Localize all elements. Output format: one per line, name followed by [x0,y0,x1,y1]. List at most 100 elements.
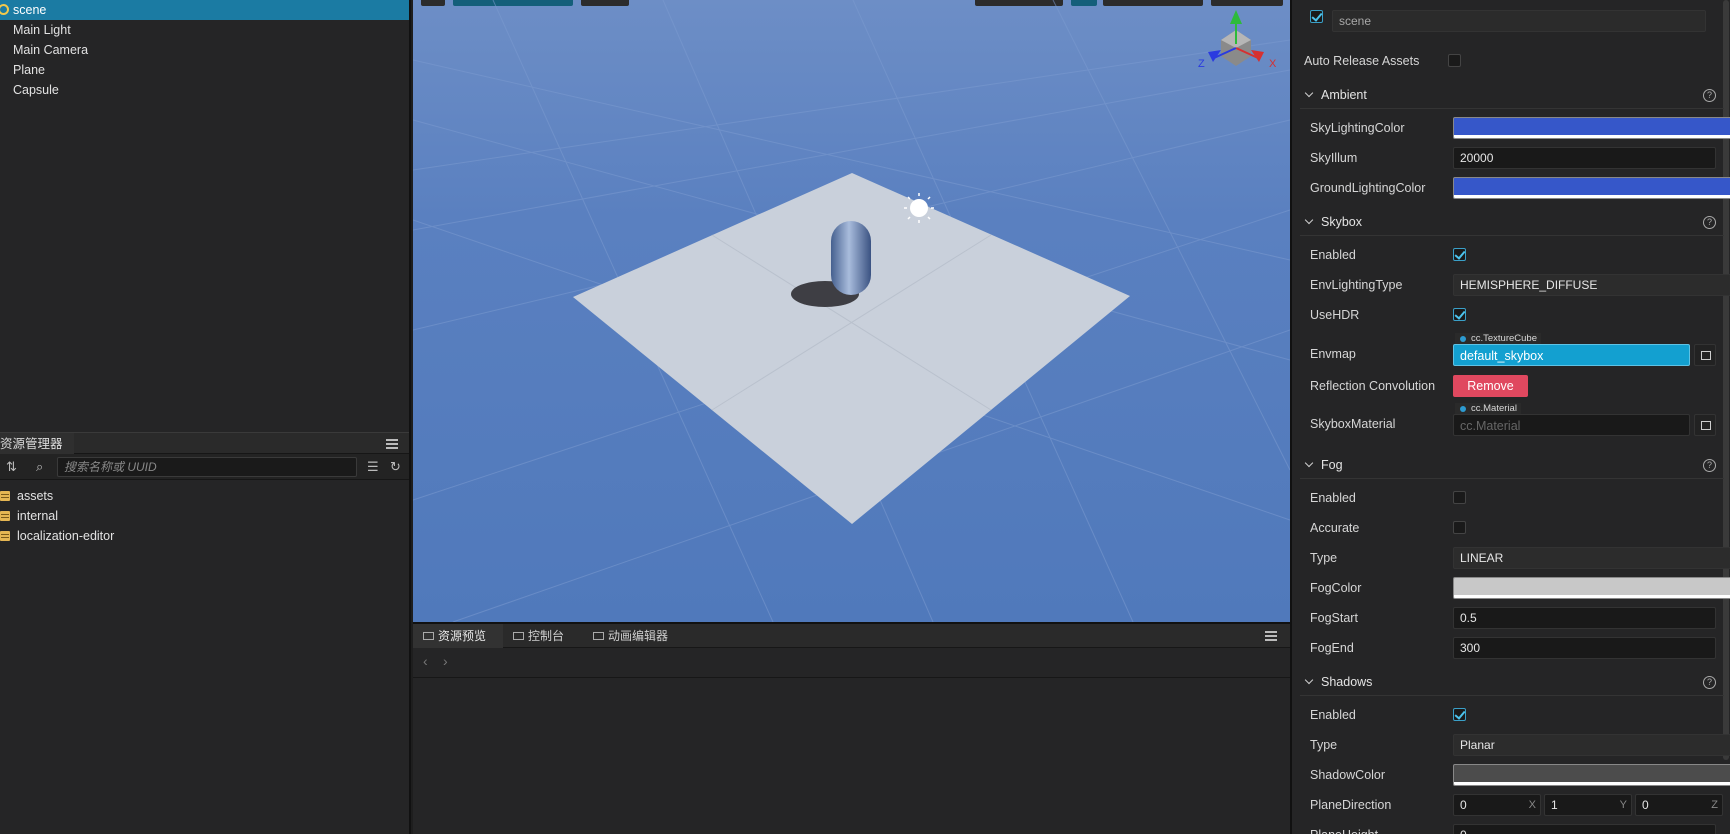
help-icon[interactable]: ? [1703,676,1716,689]
fog-start-input[interactable]: 0.5 [1453,607,1716,629]
asset-picker-icon[interactable] [1694,344,1716,366]
plane-direction-label: PlaneDirection [1310,798,1392,812]
plane-direction-z-input[interactable]: 0 Z [1635,794,1723,816]
tab-label: 动画编辑器 [608,629,669,643]
sort-icon[interactable]: ⇅ [6,454,17,480]
tab-assets[interactable]: 资源管理器 [0,433,74,455]
shadows-type-select[interactable]: Planar [1453,734,1730,756]
tab-label: 资源预览 [438,629,487,643]
env-type-label: EnvLightingType [1310,278,1403,292]
asset-folder-internal[interactable]: internal [0,506,409,526]
tab-asset-preview[interactable]: 资源预览 [413,624,503,648]
folder-icon [0,531,10,541]
section-title: Fog [1321,458,1343,472]
env-type-select[interactable]: HEMISPHERE_DIFFUSE [1453,274,1730,296]
select-value: HEMISPHERE_DIFFUSE [1460,278,1598,292]
shadows-enabled-checkbox[interactable] [1453,708,1466,721]
tree-item-main-light[interactable]: Main Light [0,20,409,40]
chevron-down-icon [1304,675,1314,685]
expand-all-icon[interactable]: ☰ [367,454,379,480]
asset-folder-localization-editor[interactable]: localization-editor [0,526,409,546]
tree-item-plane[interactable]: Plane [0,60,409,80]
shadows-enabled-label: Enabled [1310,708,1356,722]
sky-color-swatch[interactable] [1453,117,1730,139]
refresh-icon[interactable]: ↻ [390,454,401,480]
help-icon[interactable]: ? [1703,89,1716,102]
inspector-panel: scene Auto Release Assets Ambient ? SkyL… [1290,0,1730,834]
search-icon[interactable]: ⌕ [36,454,43,480]
envmap-label: Envmap [1310,347,1356,361]
section-fog[interactable]: Fog ? [1300,451,1724,479]
back-icon[interactable]: ‹ [423,653,428,669]
envmap-asset-input[interactable]: default_skybox [1453,344,1690,366]
fog-type-label: Type [1310,551,1338,565]
animation-icon [593,632,604,640]
help-icon[interactable]: ? [1703,216,1716,229]
envmap-field: cc.TextureCube default_skybox [1453,333,1716,367]
fog-accurate-checkbox[interactable] [1453,521,1466,534]
fog-end-input[interactable]: 300 [1453,637,1716,659]
skybox-material-label: SkyboxMaterial [1310,417,1396,431]
folder-icon [0,511,10,521]
asset-search-input[interactable]: 搜索名称或 UUID [57,457,357,477]
sky-illum-label: SkyIllum [1310,151,1358,165]
checkbox [1310,10,1323,23]
asset-label: assets [17,489,54,503]
fog-color-row: FogColor [1310,575,1730,601]
skybox-enabled-row: Enabled [1310,242,1716,268]
fog-end-label: FogEnd [1310,641,1354,655]
inspector-scrollbar[interactable] [1723,0,1729,760]
select-value: LINEAR [1460,551,1504,565]
orientation-gizmo[interactable]: X Z [1198,10,1277,70]
plane-height-input[interactable]: 0 [1453,824,1716,834]
plane-direction-y-input[interactable]: 1 Y [1544,794,1632,816]
panel-menu-icon[interactable] [386,439,398,449]
select-value: Planar [1460,738,1495,752]
skybox-material-input[interactable]: cc.Material [1453,414,1690,436]
svg-text:X: X [1269,58,1277,70]
tree-item-label: scene [13,3,47,17]
node-active-checkbox[interactable] [1310,10,1323,23]
section-title: Skybox [1321,215,1362,229]
fog-color-swatch[interactable] [1453,577,1730,599]
fog-type-row: Type LINEAR [1310,545,1730,571]
bottom-tabbar: 资源预览 控制台 动画编辑器 [413,624,1290,648]
tree-item-capsule[interactable]: Capsule [0,80,409,100]
fog-type-select[interactable]: LINEAR [1453,547,1730,569]
envmap-row: Envmap cc.TextureCube default_skybox [1310,333,1716,373]
skybox-enabled-checkbox[interactable] [1453,248,1466,261]
panel-menu-icon[interactable] [1265,631,1277,641]
shadow-color-swatch[interactable] [1453,764,1730,786]
section-shadows[interactable]: Shadows ? [1300,668,1724,696]
reflection-label: Reflection Convolution [1310,379,1436,393]
vector-value: 1 [1551,798,1558,812]
asset-folder-assets[interactable]: assets [0,486,409,506]
section-ambient[interactable]: Ambient ? [1300,81,1724,109]
tree-item-scene[interactable]: scene [0,0,409,20]
tab-animation-editor[interactable]: 动画编辑器 [583,624,683,648]
use-hdr-checkbox[interactable] [1453,308,1466,321]
remove-button[interactable]: Remove [1453,375,1528,397]
tab-label: 控制台 [528,629,565,643]
scene-viewport[interactable]: X Z [413,0,1290,622]
capsule-mesh [831,221,871,295]
sky-illum-input[interactable]: 20000 [1453,147,1716,169]
ground-color-swatch[interactable] [1453,177,1730,199]
tree-item-main-camera[interactable]: Main Camera [0,40,409,60]
axis-label: Z [1711,799,1718,811]
scene-render: X Z [413,0,1290,622]
chevron-down-icon [1304,458,1314,468]
fog-enabled-label: Enabled [1310,491,1356,505]
ground-color-row: GroundLightingColor [1310,175,1730,201]
fog-accurate-row: Accurate [1310,515,1716,541]
help-icon[interactable]: ? [1703,459,1716,472]
asset-picker-icon[interactable] [1694,414,1716,436]
section-skybox[interactable]: Skybox ? [1300,208,1724,236]
plane-direction-x-input[interactable]: 0 X [1453,794,1541,816]
node-name-input[interactable]: scene [1332,10,1706,32]
fog-enabled-checkbox[interactable] [1453,491,1466,504]
forward-icon[interactable]: › [443,653,448,669]
axis-label: X [1528,799,1536,811]
auto-release-checkbox[interactable] [1448,54,1461,67]
tab-console[interactable]: 控制台 [503,624,583,648]
